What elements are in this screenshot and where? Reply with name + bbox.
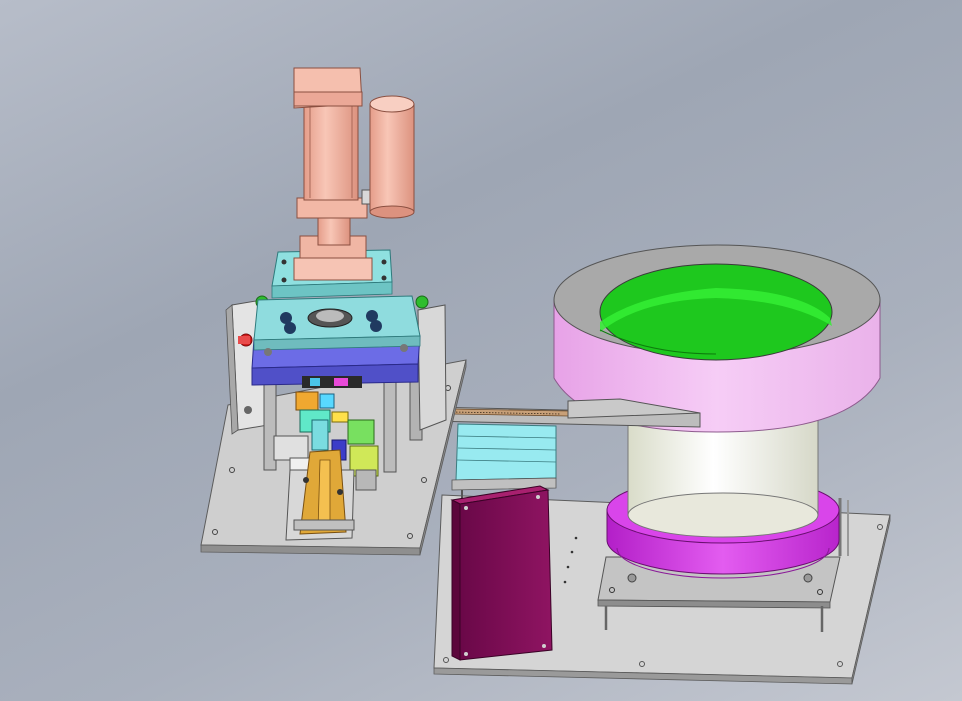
controller-box bbox=[450, 485, 553, 661]
auxiliary-cylinder bbox=[369, 95, 415, 219]
cad-viewport[interactable] bbox=[0, 0, 962, 701]
press-plate bbox=[251, 295, 421, 386]
pneumatic-cylinder bbox=[293, 67, 377, 246]
assembly-model bbox=[200, 67, 891, 685]
